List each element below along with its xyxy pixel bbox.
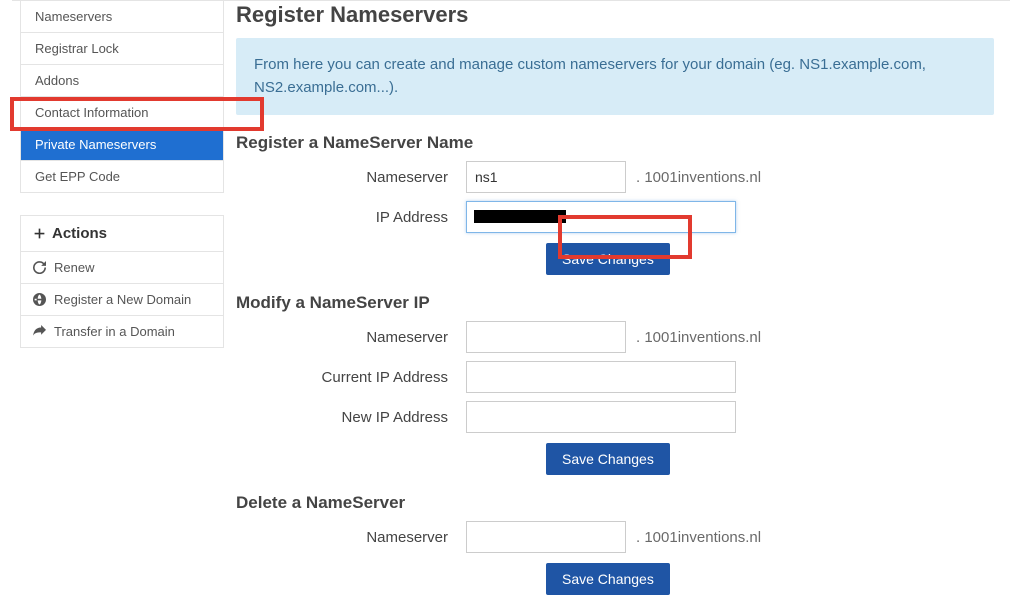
delete-save-button[interactable]: Save Changes [546, 563, 670, 595]
delete-button-row: Save Changes [236, 563, 994, 595]
register-button-row: Save Changes [236, 243, 994, 275]
register-ip-label: IP Address [236, 209, 466, 226]
action-transfer-domain[interactable]: Transfer in a Domain [21, 315, 223, 347]
actions-panel: Actions Renew Register a New Domain Tran… [20, 215, 224, 348]
action-renew[interactable]: Renew [21, 251, 223, 283]
sidebar-item-registrar-lock[interactable]: Registrar Lock [21, 32, 223, 64]
register-save-button[interactable]: Save Changes [546, 243, 670, 275]
modify-new-ip-input[interactable] [466, 401, 736, 433]
modify-ns-row: Nameserver . 1001inventions.nl [236, 321, 994, 353]
action-label: Renew [54, 260, 94, 275]
domain-suffix: . 1001inventions.nl [636, 169, 761, 186]
sidebar-item-private-nameservers[interactable]: Private Nameservers [21, 128, 223, 160]
modify-new-ip-label: New IP Address [236, 409, 466, 426]
actions-header: Actions [21, 216, 223, 251]
action-label: Register a New Domain [54, 292, 191, 307]
register-ns-input[interactable] [466, 161, 626, 193]
modify-current-ip-input[interactable] [466, 361, 736, 393]
modify-ns-input[interactable] [466, 321, 626, 353]
modify-new-ip-row: New IP Address [236, 401, 994, 433]
refresh-icon [33, 261, 46, 274]
modify-button-row: Save Changes [236, 443, 994, 475]
modify-heading: Modify a NameServer IP [236, 293, 994, 313]
redacted-value [474, 210, 566, 223]
domain-suffix: . 1001inventions.nl [636, 329, 761, 346]
share-icon [33, 325, 46, 338]
info-alert: From here you can create and manage cust… [236, 38, 994, 115]
actions-header-label: Actions [52, 225, 107, 242]
globe-icon [33, 293, 46, 306]
sidebar-item-get-epp-code[interactable]: Get EPP Code [21, 160, 223, 192]
register-ns-row: Nameserver . 1001inventions.nl [236, 161, 994, 193]
register-heading: Register a NameServer Name [236, 133, 994, 153]
action-label: Transfer in a Domain [54, 324, 175, 339]
sidebar: Nameservers Registrar Lock Addons Contac… [0, 0, 236, 552]
delete-ns-label: Nameserver [236, 529, 466, 546]
delete-ns-input[interactable] [466, 521, 626, 553]
register-ns-label: Nameserver [236, 169, 466, 186]
action-register-domain[interactable]: Register a New Domain [21, 283, 223, 315]
sidebar-item-nameservers[interactable]: Nameservers [21, 0, 223, 32]
sidebar-item-addons[interactable]: Addons [21, 64, 223, 96]
sidebar-item-contact-information[interactable]: Contact Information [21, 96, 223, 128]
delete-ns-row: Nameserver . 1001inventions.nl [236, 521, 994, 553]
modify-current-ip-label: Current IP Address [236, 369, 466, 386]
main-content: Register Nameservers From here you can c… [236, 0, 1024, 552]
domain-suffix: . 1001inventions.nl [636, 529, 761, 546]
modify-ns-label: Nameserver [236, 329, 466, 346]
delete-heading: Delete a NameServer [236, 493, 994, 513]
domain-menu: Nameservers Registrar Lock Addons Contac… [20, 0, 224, 193]
modify-current-ip-row: Current IP Address [236, 361, 994, 393]
page-title: Register Nameservers [236, 2, 994, 28]
modify-save-button[interactable]: Save Changes [546, 443, 670, 475]
plus-icon [33, 227, 46, 240]
register-ip-row: IP Address [236, 201, 994, 233]
